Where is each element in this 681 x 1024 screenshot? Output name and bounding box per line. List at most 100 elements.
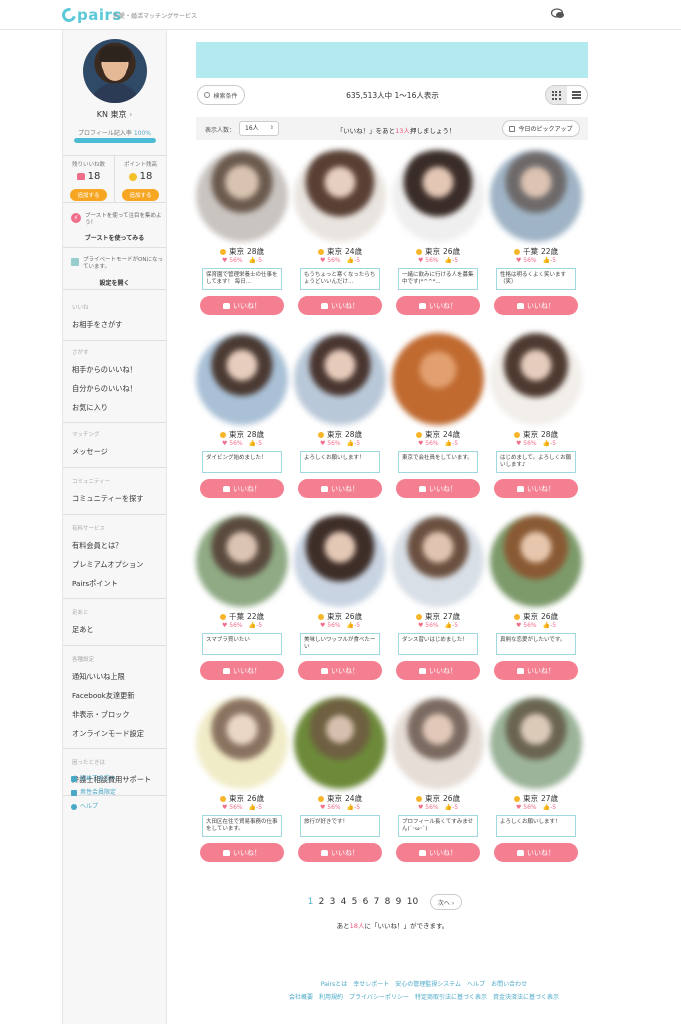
like-button[interactable]: いいね！	[298, 479, 382, 498]
profile-photo[interactable]	[196, 150, 288, 242]
profile-photo[interactable]	[490, 150, 582, 242]
footer-link[interactable]: お問い合わせ	[491, 981, 527, 988]
top-banner[interactable]	[196, 42, 588, 78]
profile-photo[interactable]	[490, 515, 582, 607]
like-button[interactable]: いいね！	[298, 843, 382, 862]
footer-link[interactable]: プライバシーポリシー	[349, 994, 409, 1001]
like-button[interactable]: いいね！	[494, 296, 578, 315]
menu-item-paid-membership[interactable]: 有料会員とは？	[63, 536, 166, 555]
open-settings-link[interactable]: 設定を開く	[63, 278, 166, 287]
profile-card[interactable]: 東京 27歳 ♥ 56% 👍-5 よろしくお願いします！ いいね！	[490, 697, 582, 867]
profile-photo[interactable]	[196, 515, 288, 607]
avatar[interactable]	[83, 39, 147, 103]
add-points-button[interactable]: 追加する	[122, 189, 159, 201]
page-link-10[interactable]: 10	[404, 897, 421, 907]
footer-link[interactable]: 安心の管理監視システム	[395, 981, 461, 988]
todays-pickup-button[interactable]: 今日のピックアップ	[502, 120, 580, 137]
add-likes-button[interactable]: 追加する	[70, 189, 107, 201]
like-button[interactable]: いいね！	[494, 661, 578, 680]
like-button[interactable]: いいね！	[396, 661, 480, 680]
profile-photo[interactable]	[294, 515, 386, 607]
display-count-select[interactable]: 16人 ⇕	[239, 121, 279, 136]
footer-link[interactable]: 会社概要	[289, 994, 313, 1001]
profile-card[interactable]: 東京 28歳 ♥ 56% 👍-5 ダイビング始めました！ いいね！	[196, 333, 288, 503]
footer-link[interactable]: Pairsとは	[321, 981, 347, 988]
menu-item-pairs-points[interactable]: Pairsポイント	[63, 574, 166, 593]
footer-link[interactable]: 資金決済法に基づく表示	[493, 994, 559, 1001]
page-link-2[interactable]: 2	[316, 897, 327, 907]
page-link-7[interactable]: 7	[371, 897, 382, 907]
profile-card[interactable]: 千葉 22歳 ♥ 56% 👍-5 スマブラ買いたい いいね！	[196, 515, 288, 685]
page-link-9[interactable]: 9	[393, 897, 404, 907]
chat-bubbles-icon[interactable]	[551, 8, 565, 20]
profile-photo[interactable]	[392, 333, 484, 425]
footer-link[interactable]: 利用規約	[319, 994, 343, 1001]
menu-item-messages[interactable]: メッセージ	[63, 442, 166, 461]
use-boost-link[interactable]: ブーストを使ってみる	[63, 233, 166, 242]
menu-item-hide-block[interactable]: 非表示・ブロック	[63, 705, 166, 724]
menu-item-find-partner[interactable]: お相手をさがす	[63, 315, 166, 334]
menu-item-likes-sent[interactable]: 自分からのいいね！	[63, 379, 166, 398]
profile-card[interactable]: 東京 26歳 ♥ 56% 👍-5 プロフィール長くてすみません(´･ω･`) い…	[392, 697, 484, 867]
profile-photo[interactable]	[490, 697, 582, 789]
footer-link[interactable]: 特定商取引法に基づく表示	[415, 994, 487, 1001]
profile-card[interactable]: 東京 26歳 ♥ 56% 👍-5 一緒に飲みに行ける人を募集中です(*^^*..…	[392, 150, 484, 320]
profile-card[interactable]: 千葉 22歳 ♥ 56% 👍-5 性格は明るくよく笑います（笑） いいね！	[490, 150, 582, 320]
like-button[interactable]: いいね！	[298, 661, 382, 680]
like-button[interactable]: いいね！	[200, 479, 284, 498]
help-link-help[interactable]: ヘルプ	[71, 800, 116, 814]
footer-link[interactable]: 幸せレポート	[353, 981, 389, 988]
profile-card[interactable]: 東京 26歳 ♥ 56% 👍-5 真剣な恋愛がしたいです。 いいね！	[490, 515, 582, 685]
like-button[interactable]: いいね！	[396, 296, 480, 315]
profile-card[interactable]: 東京 26歳 ♥ 56% 👍-5 美味しいワッフルが食べたーい いいね！	[294, 515, 386, 685]
profile-card[interactable]: 東京 28歳 ♥ 56% 👍-5 保育園で管理栄養士の仕事をしてます！ 毎日..…	[196, 150, 288, 320]
profile-photo[interactable]	[490, 333, 582, 425]
search-conditions-button[interactable]: 検索条件	[197, 85, 245, 105]
profile-photo[interactable]	[392, 697, 484, 789]
profile-card[interactable]: 東京 27歳 ♥ 56% 👍-5 ダンス習いはじめました！ いいね！	[392, 515, 484, 685]
profile-photo[interactable]	[392, 515, 484, 607]
page-link-6[interactable]: 6	[360, 897, 371, 907]
help-link-beginners[interactable]: 初めての方へ	[71, 772, 116, 786]
profile-photo[interactable]	[392, 150, 484, 242]
menu-item-likes-received[interactable]: 相手からのいいね！	[63, 360, 166, 379]
like-button[interactable]: いいね！	[396, 479, 480, 498]
profile-photo[interactable]	[196, 697, 288, 789]
page-link-1[interactable]: 1	[305, 897, 316, 907]
profile-card[interactable]: 東京 24歳 ♥ 56% 👍-5 旅行が好きです！ いいね！	[294, 697, 386, 867]
page-link-5[interactable]: 5	[349, 897, 360, 907]
menu-item-facebook-update[interactable]: Facebook友達更新	[63, 686, 166, 705]
page-link-3[interactable]: 3	[327, 897, 338, 907]
profile-photo[interactable]	[196, 333, 288, 425]
menu-item-online-mode[interactable]: オンラインモード設定	[63, 724, 166, 743]
profile-photo[interactable]	[294, 333, 386, 425]
like-button[interactable]: いいね！	[298, 296, 382, 315]
menu-item-notification-limit[interactable]: 通知/いいね上限	[63, 667, 166, 686]
menu-head-trouble: 困ったときは	[72, 760, 106, 766]
like-button[interactable]: いいね！	[494, 843, 578, 862]
next-page-button[interactable]: 次へ ›	[430, 894, 462, 910]
like-button[interactable]: いいね！	[494, 479, 578, 498]
help-link-men-only[interactable]: 男性会員限定	[71, 786, 116, 800]
list-view-button[interactable]	[567, 86, 588, 104]
page-link-8[interactable]: 8	[382, 897, 393, 907]
page-link-4[interactable]: 4	[338, 897, 349, 907]
footer-link[interactable]: ヘルプ	[467, 981, 485, 988]
profile-card[interactable]: 東京 24歳 ♥ 56% 👍-5 もうちょっと寒くなったらちょうどいいんだけ..…	[294, 150, 386, 320]
like-button[interactable]: いいね！	[200, 843, 284, 862]
username[interactable]: KN 東京 ›	[63, 109, 166, 120]
like-button[interactable]: いいね！	[200, 661, 284, 680]
profile-photo[interactable]	[294, 150, 386, 242]
menu-item-find-community[interactable]: コミュニティーを探す	[63, 489, 166, 508]
profile-card[interactable]: 東京 24歳 ♥ 56% 👍-5 東京で会社員をしています。 いいね！	[392, 333, 484, 503]
profile-photo[interactable]	[294, 697, 386, 789]
menu-item-favorites[interactable]: お気に入り	[63, 398, 166, 417]
profile-card[interactable]: 東京 28歳 ♥ 56% 👍-5 はじめまして。よろしくお願いします♪ いいね！	[490, 333, 582, 503]
menu-item-footprints[interactable]: 足あと	[63, 620, 166, 639]
menu-item-premium-option[interactable]: プレミアムオプション	[63, 555, 166, 574]
grid-view-button[interactable]	[546, 86, 567, 104]
profile-card[interactable]: 東京 26歳 ♥ 56% 👍-5 大田区在住で貿易事務の仕事をしています。 いい…	[196, 697, 288, 867]
like-button[interactable]: いいね！	[396, 843, 480, 862]
profile-card[interactable]: 東京 28歳 ♥ 56% 👍-5 よろしくお願いします！ いいね！	[294, 333, 386, 503]
like-button[interactable]: いいね！	[200, 296, 284, 315]
